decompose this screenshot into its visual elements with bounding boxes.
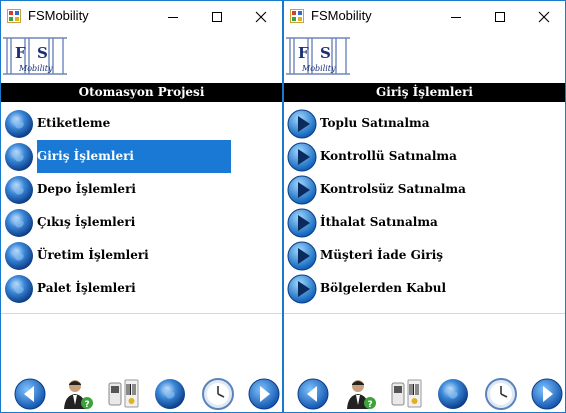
section-header: Giriş İşlemleri [284, 83, 565, 102]
menu-item-label: Kontrollü Satınalma [320, 149, 457, 163]
menu-item-label: Bölgelerden Kabul [320, 281, 447, 295]
divider [1, 313, 282, 314]
play-arrow-icon [287, 274, 317, 304]
minimize-button[interactable] [434, 1, 478, 32]
logo-letters-left: F [298, 44, 309, 62]
forward-arrow-icon[interactable] [530, 377, 564, 411]
close-icon [538, 11, 550, 22]
maximize-icon [212, 11, 222, 22]
play-arrow-icon [287, 175, 317, 205]
fsmobility-logo: F S Mobility [1, 34, 69, 80]
menu-item-ithalat-satinalma[interactable]: İthalat Satınalma [284, 206, 565, 239]
maximize-button[interactable] [195, 1, 239, 32]
globe-icon [5, 143, 33, 171]
close-button[interactable] [239, 1, 282, 32]
section-header: Otomasyon Projesi [1, 83, 282, 102]
play-arrow-icon [287, 142, 317, 172]
globe-icon[interactable] [436, 377, 470, 411]
minimize-icon [168, 16, 178, 18]
menu-item-label: Kontrolsüz Satınalma [320, 182, 466, 196]
window-title: FSMobility [28, 8, 89, 23]
globe-icon [5, 242, 33, 270]
logo-subtitle: Mobility [18, 64, 53, 73]
play-arrow-icon [287, 109, 317, 139]
svg-text:?: ? [85, 400, 90, 410]
menu-item-giris-islemleri[interactable]: Giriş İşlemleri [1, 140, 282, 173]
app-icon [290, 9, 304, 23]
bottom-toolbar: ? [284, 375, 565, 412]
menu-item-label: Depo İşlemleri [37, 182, 136, 196]
menu-item-cikis-islemleri[interactable]: Çıkış İşlemleri [1, 206, 282, 239]
menu-item-label: Çıkış İşlemleri [37, 215, 136, 229]
user-help-icon[interactable]: ? [61, 377, 95, 411]
menu-item-label: Müşteri İade Giriş [320, 248, 444, 262]
minimize-icon [451, 16, 461, 18]
globe-icon[interactable] [153, 377, 187, 411]
menu-item-etiketleme[interactable]: Etiketleme [1, 107, 282, 140]
bottom-toolbar: ? [1, 375, 282, 412]
window-main-menu: FSMobility F S Mobility Otomasyon Projes… [0, 0, 283, 413]
back-arrow-icon[interactable] [296, 377, 330, 411]
menu-item-bolgelerden-kabul[interactable]: Bölgelerden Kabul [284, 272, 565, 305]
close-button[interactable] [522, 1, 565, 32]
menu-item-label: Toplu Satınalma [320, 116, 430, 130]
globe-icon [5, 176, 33, 204]
globe-icon [5, 209, 33, 237]
maximize-button[interactable] [478, 1, 522, 32]
menu-item-label: Üretim İşlemleri [37, 248, 149, 262]
logo-letters-right: S [320, 44, 331, 62]
menu-item-palet-islemleri[interactable]: Palet İşlemleri [1, 272, 282, 305]
logo-letters-right: S [37, 44, 48, 62]
user-help-icon[interactable]: ? [344, 377, 378, 411]
menu-item-label: Palet İşlemleri [37, 281, 136, 295]
menu-item-label: Giriş İşlemleri [37, 140, 231, 173]
app-icon [7, 9, 21, 23]
title-bar[interactable]: FSMobility [1, 1, 282, 32]
menu-item-musteri-iade-giris[interactable]: Müşteri İade Giriş [284, 239, 565, 272]
barcode-scanner-icon[interactable] [390, 377, 424, 411]
minimize-button[interactable] [151, 1, 195, 32]
menu-item-kontrolsuz-satinalma[interactable]: Kontrolsüz Satınalma [284, 173, 565, 206]
close-icon [255, 11, 267, 22]
play-arrow-icon [287, 241, 317, 271]
globe-icon [5, 110, 33, 138]
back-arrow-icon[interactable] [13, 377, 47, 411]
window-giris-islemleri: FSMobility F S Mobility Giriş İşlemleri [283, 0, 566, 413]
logo-letters-left: F [15, 44, 26, 62]
title-bar[interactable]: FSMobility [284, 1, 565, 32]
play-arrow-icon [287, 208, 317, 238]
menu-item-kontrollu-satinalma[interactable]: Kontrollü Satınalma [284, 140, 565, 173]
clock-icon[interactable] [484, 377, 518, 411]
menu-item-uretim-islemleri[interactable]: Üretim İşlemleri [1, 239, 282, 272]
fsmobility-logo: F S Mobility [284, 34, 352, 80]
menu-item-label: Etiketleme [37, 116, 111, 130]
window-title: FSMobility [311, 8, 372, 23]
globe-icon [5, 275, 33, 303]
maximize-icon [495, 11, 505, 22]
divider [284, 313, 565, 314]
barcode-scanner-icon[interactable] [107, 377, 141, 411]
svg-text:?: ? [368, 400, 373, 410]
forward-arrow-icon[interactable] [247, 377, 281, 411]
menu-item-toplu-satinalma[interactable]: Toplu Satınalma [284, 107, 565, 140]
clock-icon[interactable] [201, 377, 235, 411]
menu-item-label: İthalat Satınalma [320, 215, 438, 229]
logo-subtitle: Mobility [301, 64, 336, 73]
menu-item-depo-islemleri[interactable]: Depo İşlemleri [1, 173, 282, 206]
